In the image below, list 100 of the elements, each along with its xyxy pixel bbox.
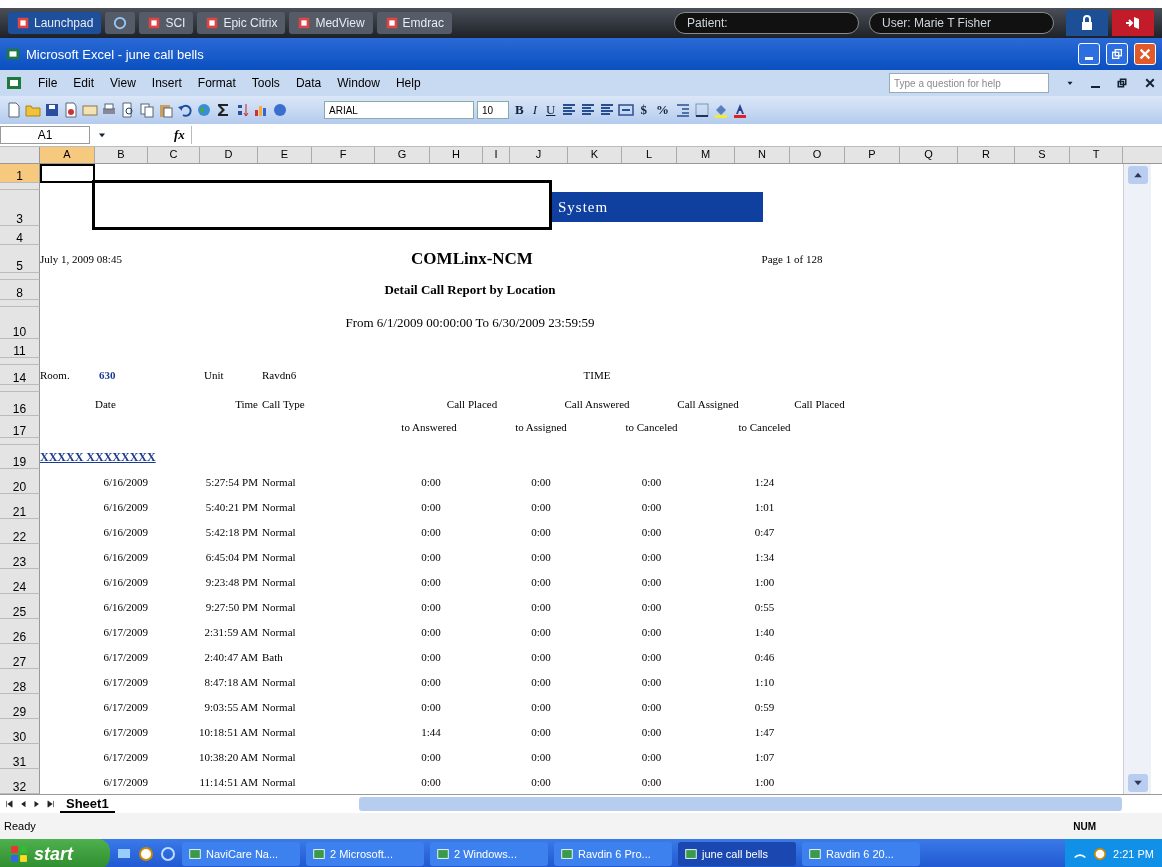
- name-box[interactable]: A1: [0, 126, 90, 144]
- indent-icon[interactable]: [674, 102, 691, 118]
- row-header[interactable]: 25: [0, 594, 40, 619]
- menu-item[interactable]: Help: [395, 76, 421, 90]
- taskbar-button[interactable]: Ravdin 6 20...: [802, 842, 920, 866]
- first-sheet-icon[interactable]: [4, 798, 14, 810]
- function-label[interactable]: fx: [174, 127, 185, 143]
- column-header[interactable]: J: [510, 147, 568, 163]
- column-header[interactable]: A: [40, 147, 95, 163]
- column-header[interactable]: B: [95, 147, 148, 163]
- column-header[interactable]: C: [148, 147, 200, 163]
- column-header[interactable]: H: [430, 147, 483, 163]
- font-size-field[interactable]: 10: [477, 101, 509, 119]
- column-header[interactable]: I: [483, 147, 510, 163]
- scroll-down-button[interactable]: [1127, 774, 1148, 792]
- row-header[interactable]: 21: [0, 494, 40, 519]
- underline-button[interactable]: U: [543, 102, 559, 118]
- column-header[interactable]: D: [200, 147, 258, 163]
- column-header[interactable]: R: [958, 147, 1015, 163]
- exit-button[interactable]: [1112, 10, 1154, 36]
- menu-item[interactable]: Format: [197, 76, 236, 90]
- column-header[interactable]: G: [375, 147, 430, 163]
- save-icon[interactable]: [44, 102, 60, 118]
- bold-button[interactable]: B: [512, 102, 527, 118]
- column-header[interactable]: K: [568, 147, 622, 163]
- menu-item[interactable]: Window: [337, 76, 380, 90]
- launcher-tab[interactable]: SCI: [139, 12, 194, 34]
- close-button[interactable]: [1134, 43, 1156, 65]
- row-header[interactable]: 10: [0, 307, 40, 339]
- minimize-button[interactable]: [1078, 43, 1100, 65]
- align-left-icon[interactable]: [561, 102, 578, 118]
- row-header[interactable]: 31: [0, 744, 40, 769]
- row-header[interactable]: 32: [0, 769, 40, 794]
- launcher-tab[interactable]: Launchpad: [8, 12, 102, 34]
- row-header[interactable]: 30: [0, 719, 40, 744]
- fill-color-icon[interactable]: [712, 102, 729, 118]
- lock-button[interactable]: [1066, 10, 1108, 36]
- row-header[interactable]: 8: [0, 280, 40, 300]
- preview-icon[interactable]: [120, 102, 136, 118]
- horizontal-scrollbar[interactable]: [358, 797, 1122, 811]
- new-document-icon[interactable]: [6, 102, 22, 118]
- column-header[interactable]: L: [622, 147, 677, 163]
- taskbar-button[interactable]: Ravdin 6 Pro...: [554, 842, 672, 866]
- row-header[interactable]: 19: [0, 445, 40, 469]
- paste-icon[interactable]: [158, 102, 174, 118]
- borders-icon[interactable]: [693, 102, 710, 118]
- menu-item[interactable]: Tools: [251, 76, 280, 90]
- align-right-icon[interactable]: [599, 102, 616, 118]
- clock-icon[interactable]: [138, 846, 154, 862]
- row-header[interactable]: 14: [0, 365, 40, 385]
- group-link[interactable]: XXXXX XXXXXXXX: [40, 449, 156, 465]
- percent-button[interactable]: %: [652, 102, 672, 118]
- column-header[interactable]: Q: [900, 147, 958, 163]
- taskbar-button[interactable]: 2 Microsoft...: [306, 842, 424, 866]
- row-header[interactable]: 20: [0, 469, 40, 494]
- row-header[interactable]: 5: [0, 245, 40, 273]
- undo-icon[interactable]: [177, 102, 193, 118]
- column-header[interactable]: S: [1015, 147, 1070, 163]
- row-header[interactable]: 16: [0, 392, 40, 416]
- menu-item[interactable]: View: [110, 76, 136, 90]
- row-header[interactable]: 26: [0, 619, 40, 644]
- active-cell[interactable]: [40, 164, 95, 183]
- row-header[interactable]: 28: [0, 669, 40, 694]
- row-header[interactable]: 1: [0, 164, 40, 183]
- restore-icon[interactable]: [1116, 77, 1128, 89]
- menu-item[interactable]: Insert: [151, 76, 182, 90]
- sigma-icon[interactable]: [215, 102, 231, 118]
- browser-button[interactable]: [105, 12, 136, 34]
- column-header[interactable]: O: [790, 147, 845, 163]
- row-header[interactable]: 23: [0, 544, 40, 569]
- row-header[interactable]: 3: [0, 190, 40, 226]
- restore-button[interactable]: [1106, 43, 1128, 65]
- column-header[interactable]: T: [1070, 147, 1123, 163]
- launcher-tab[interactable]: Emdrac: [376, 12, 452, 34]
- row-header[interactable]: 27: [0, 644, 40, 669]
- taskbar-button[interactable]: NaviCare Na...: [182, 842, 300, 866]
- close-icon[interactable]: [1144, 77, 1156, 89]
- taskbar-button[interactable]: june call bells: [678, 842, 796, 866]
- column-header[interactable]: M: [677, 147, 735, 163]
- column-header[interactable]: F: [312, 147, 375, 163]
- font-field[interactable]: ARIAL: [324, 101, 474, 119]
- help-field[interactable]: Type a question for help: [889, 73, 1049, 93]
- patient-field[interactable]: Patient:: [674, 12, 859, 34]
- browser-icon[interactable]: [160, 846, 176, 862]
- row-header[interactable]: 22: [0, 519, 40, 544]
- launcher-tab[interactable]: MedView: [289, 12, 373, 34]
- merge-cells-icon[interactable]: [618, 102, 635, 118]
- menu-item[interactable]: Data: [295, 76, 322, 90]
- last-sheet-icon[interactable]: [46, 798, 56, 810]
- scroll-up-button[interactable]: [1127, 166, 1148, 184]
- clock-icon[interactable]: [1093, 847, 1108, 861]
- column-header[interactable]: P: [845, 147, 900, 163]
- menu-item[interactable]: Edit: [73, 76, 95, 90]
- lock-document-icon[interactable]: [63, 102, 79, 118]
- row-header[interactable]: 17: [0, 416, 40, 438]
- menu-item[interactable]: File: [38, 76, 58, 90]
- font-color-icon[interactable]: [731, 102, 748, 118]
- taskbar-button[interactable]: 2 Windows...: [430, 842, 548, 866]
- row-header[interactable]: 4: [0, 226, 40, 245]
- launcher-tab[interactable]: Epic Citrix: [197, 12, 286, 34]
